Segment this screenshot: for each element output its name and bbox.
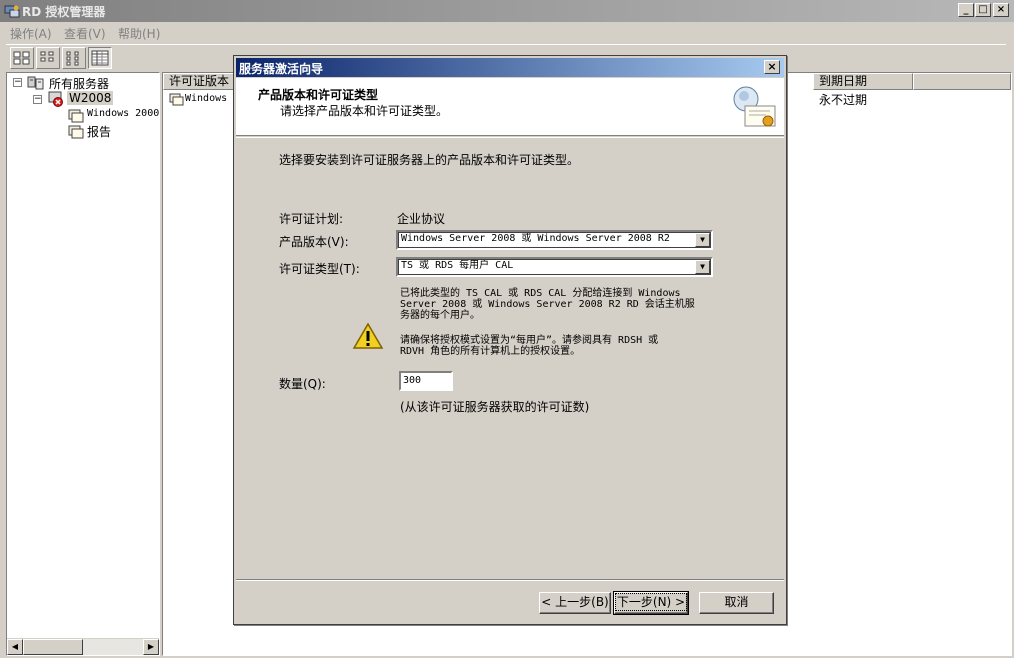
- intro-text: 选择要安装到许可证服务器上的产品版本和许可证类型。: [279, 153, 580, 167]
- server-group-icon: [27, 76, 44, 90]
- scroll-right-button[interactable]: ▶: [143, 639, 159, 655]
- next-button[interactable]: 下一步(N) >: [613, 591, 689, 615]
- license-row-icon: [169, 93, 184, 106]
- quantity-hint: (从该许可证服务器获取的许可证数): [400, 400, 590, 414]
- license-program-label: 许可证计划:: [279, 212, 344, 226]
- tree-item-all-servers[interactable]: 所有服务器: [49, 75, 109, 92]
- tree-expander-root[interactable]: −: [13, 78, 22, 87]
- wizard-step-title: 产品版本和许可证类型: [258, 88, 379, 102]
- tree-horizontal-scrollbar[interactable]: ◀ ▶: [7, 638, 159, 655]
- license-type-label: 许可证类型(T):: [279, 262, 360, 276]
- details-view-button[interactable]: [88, 47, 112, 69]
- certificate-server-icon: [733, 86, 776, 127]
- wizard-header: 产品版本和许可证类型 请选择产品版本和许可证类型。: [236, 78, 784, 136]
- description-line: 务器的每个用户。: [400, 310, 480, 321]
- report-icon: [68, 125, 84, 139]
- close-button[interactable]: ×: [993, 3, 1009, 17]
- quantity-label: 数量(Q):: [279, 377, 326, 391]
- tree-item-license[interactable]: Windows 2000: [87, 108, 159, 119]
- back-button[interactable]: < 上一步(B): [539, 592, 611, 614]
- product-version-label: 产品版本(V):: [279, 235, 349, 249]
- column-header-empty[interactable]: [913, 73, 1011, 90]
- list-view-button[interactable]: [62, 47, 86, 69]
- description-line: 已将此类型的 TS CAL 或 RDS CAL 分配给连接到 Windows: [400, 288, 681, 299]
- menu-action[interactable]: 操作(A): [10, 25, 52, 42]
- tree-item-server[interactable]: W2008: [67, 91, 114, 105]
- menu-bar: 操作(A) 查看(V) 帮助(H): [0, 22, 1014, 42]
- warning-message: 请确保将授权模式设置为“每用户”。请参阅具有 RDSH 或 RDVH 角色的所有…: [400, 335, 730, 357]
- license-row-name[interactable]: Windows: [185, 93, 227, 104]
- license-pack-icon: [68, 109, 84, 123]
- details-icon: [91, 50, 109, 66]
- button-area-divider: [236, 579, 784, 581]
- chevron-down-icon[interactable]: ▼: [695, 233, 710, 247]
- small-icons-view-button[interactable]: [36, 47, 60, 69]
- tree-expander-server[interactable]: −: [33, 95, 42, 104]
- large-icons-view-button[interactable]: [10, 47, 34, 69]
- dialog-close-button[interactable]: ×: [764, 60, 780, 74]
- main-title-bar: RD 授权管理器 _ □ ×: [0, 0, 1014, 22]
- license-type-select[interactable]: TS 或 RDS 每用户 CAL ▼: [396, 257, 713, 277]
- warning-line: RDVH 角色的所有计算机上的授权设置。: [400, 346, 581, 357]
- license-type-description: 已将此类型的 TS CAL 或 RDS CAL 分配给连接到 Windows S…: [400, 288, 730, 321]
- warning-icon: [352, 322, 384, 349]
- scroll-thumb[interactable]: [23, 639, 83, 655]
- cancel-button[interactable]: 取消: [699, 592, 774, 614]
- server-tree[interactable]: − 所有服务器 − W2008 Windows 2000 报告 ◀ ▶: [6, 72, 160, 656]
- small-icons-icon: [40, 51, 54, 62]
- description-line: Server 2008 或 Windows Server 2008 R2 RD …: [400, 299, 695, 310]
- quantity-input[interactable]: 300: [399, 371, 453, 391]
- dialog-title-bar: 服务器激活向导 ×: [236, 58, 784, 77]
- dialog-title: 服务器激活向导: [239, 62, 324, 76]
- menu-view[interactable]: 查看(V): [64, 25, 106, 42]
- license-program-value: 企业协议: [397, 212, 446, 226]
- next-button-label: 下一步(N) >: [614, 593, 688, 611]
- server-error-icon: [48, 91, 63, 107]
- wizard-step-subtitle: 请选择产品版本和许可证类型。: [280, 104, 449, 118]
- window-title: RD 授权管理器: [22, 5, 106, 19]
- activation-wizard-dialog: 服务器激活向导 × 产品版本和许可证类型 请选择产品版本和许可证类型。 选择要安…: [233, 55, 787, 625]
- header-divider: [236, 137, 784, 138]
- menu-help[interactable]: 帮助(H): [118, 25, 160, 42]
- warning-line: 请确保将授权模式设置为“每用户”。请参阅具有 RDSH 或: [400, 335, 659, 346]
- column-header-expiry[interactable]: 到期日期: [813, 73, 913, 90]
- chevron-down-icon[interactable]: ▼: [695, 260, 710, 274]
- scroll-left-button[interactable]: ◀: [7, 639, 23, 655]
- license-row-expiry[interactable]: 永不过期: [819, 91, 867, 108]
- tree-item-report[interactable]: 报告: [87, 123, 111, 140]
- license-type-value: TS 或 RDS 每用户 CAL: [401, 260, 514, 271]
- product-version-value: Windows Server 2008 或 Windows Server 200…: [401, 233, 670, 244]
- list-icon: [66, 51, 79, 66]
- license-manager-icon: [4, 5, 20, 18]
- large-icons-icon: [13, 51, 30, 65]
- maximize-button[interactable]: □: [975, 3, 991, 17]
- minimize-button[interactable]: _: [958, 3, 974, 17]
- product-version-select[interactable]: Windows Server 2008 或 Windows Server 200…: [396, 230, 713, 250]
